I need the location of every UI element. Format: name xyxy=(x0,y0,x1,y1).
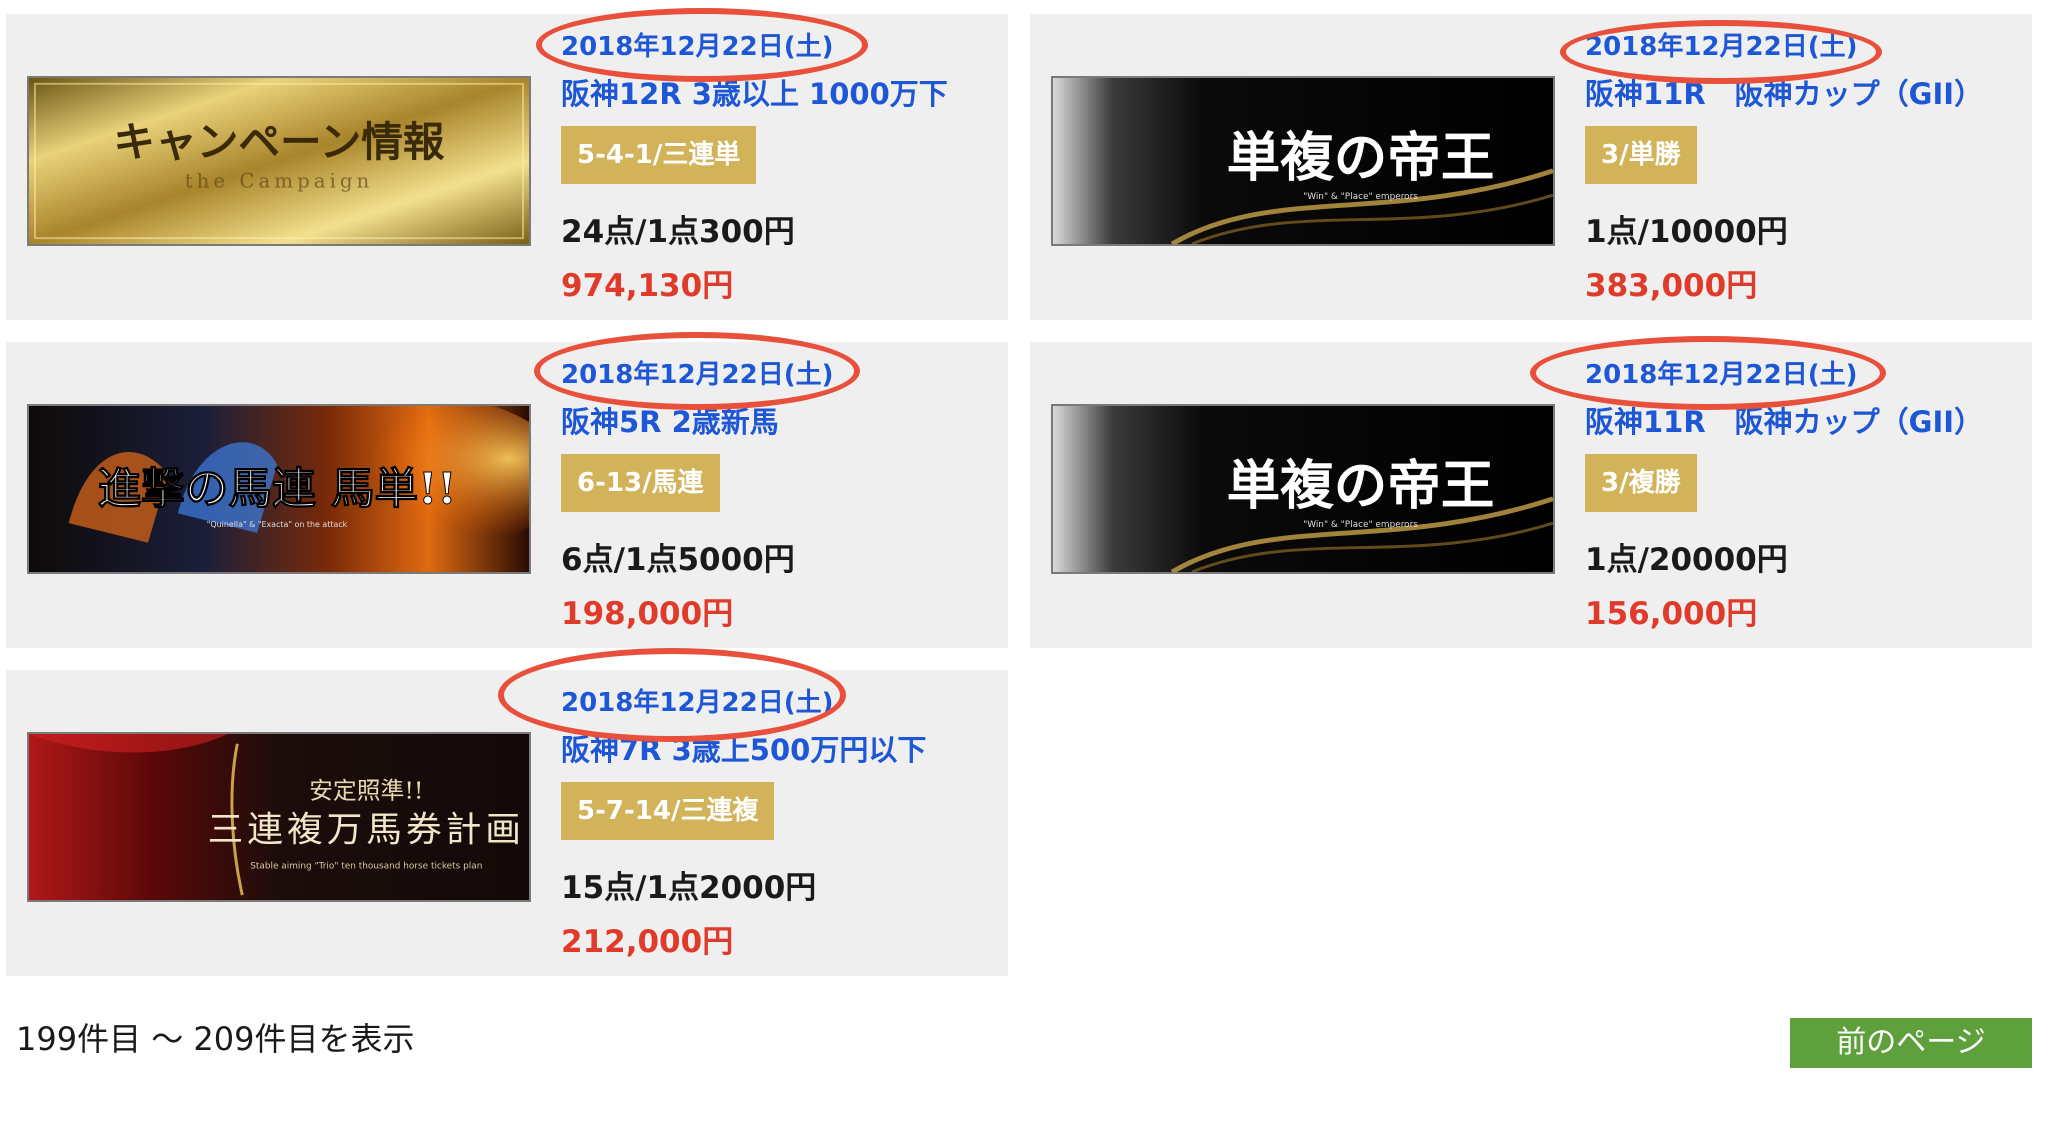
campaign-banner-image: 進撃の馬連 馬単!! "Quinella" & "Exacta" on the … xyxy=(29,406,529,572)
banner-title: 単複の帝王 xyxy=(1227,126,1495,188)
bet-badge: 3/複勝 xyxy=(1585,454,1697,512)
banner-title: キャンペーン情報 xyxy=(113,117,445,166)
race-date-link[interactable]: 2018年12月22日(土) xyxy=(561,26,834,63)
campaign-banner-image: 単複の帝王 "Win" & "Place" emperors xyxy=(1053,78,1553,244)
result-card: 安定照準!! 三連複万馬券計画 Stable aiming "Trio" ten… xyxy=(6,670,1008,976)
campaign-banner[interactable]: 安定照準!! 三連複万馬券計画 Stable aiming "Trio" ten… xyxy=(27,732,531,902)
points-text: 15点/1点2000円 xyxy=(561,870,817,906)
payout-amount: 198,000円 xyxy=(561,596,734,632)
race-date-link[interactable]: 2018年12月22日(土) xyxy=(561,354,834,391)
result-range-text: 199件目 ～ 209件目を表示 xyxy=(16,1020,415,1058)
points-text: 1点/20000円 xyxy=(1585,542,1788,578)
banner-tagline: 安定照準!! xyxy=(309,777,423,805)
campaign-banner[interactable]: 進撃の馬連 馬単!! "Quinella" & "Exacta" on the … xyxy=(27,404,531,574)
banner-subtitle: the Campaign xyxy=(185,170,374,193)
result-card: 進撃の馬連 馬単!! "Quinella" & "Exacta" on the … xyxy=(6,342,1008,648)
payout-amount: 212,000円 xyxy=(561,924,734,960)
race-name-link[interactable]: 阪神5R 2歳新馬 xyxy=(561,399,779,441)
payout-amount: 974,130円 xyxy=(561,268,734,304)
campaign-banner[interactable]: 単複の帝王 "Win" & "Place" emperors xyxy=(1051,76,1555,246)
banner-subtitle: "Quinella" & "Exacta" on the attack xyxy=(207,520,348,529)
campaign-banner-image: 単複の帝王 "Win" & "Place" emperors xyxy=(1053,406,1553,572)
bet-badge: 3/単勝 xyxy=(1585,126,1697,184)
banner-title: 単複の帝王 xyxy=(1227,454,1495,516)
previous-page-button[interactable]: 前のページ xyxy=(1790,1018,2032,1068)
result-card: 単複の帝王 "Win" & "Place" emperors 2018年12月2… xyxy=(1030,14,2032,320)
bet-badge: 6-13/馬連 xyxy=(561,454,720,512)
banner-subtitle: Stable aiming "Trio" ten thousand horse … xyxy=(250,862,482,872)
banner-subtitle: "Win" & "Place" emperors xyxy=(1303,192,1418,202)
campaign-banner-image: 安定照準!! 三連複万馬券計画 Stable aiming "Trio" ten… xyxy=(29,734,529,900)
payout-amount: 383,000円 xyxy=(1585,268,1758,304)
campaign-banner[interactable]: 単複の帝王 "Win" & "Place" emperors xyxy=(1051,404,1555,574)
points-text: 6点/1点5000円 xyxy=(561,542,795,578)
payout-amount: 156,000円 xyxy=(1585,596,1758,632)
bet-badge: 5-7-14/三連複 xyxy=(561,782,775,840)
bet-badge: 5-4-1/三連単 xyxy=(561,126,757,184)
points-text: 1点/10000円 xyxy=(1585,214,1788,250)
banner-subtitle: "Win" & "Place" emperors xyxy=(1303,520,1418,530)
banner-title: 三連複万馬券計画 xyxy=(208,810,525,851)
race-name-link[interactable]: 阪神11R 阪神カップ（GII） xyxy=(1585,399,1983,441)
result-card: キャンペーン情報 the Campaign 2018年12月22日(土) 阪神1… xyxy=(6,14,1008,320)
points-text: 24点/1点300円 xyxy=(561,214,795,250)
result-card: 単複の帝王 "Win" & "Place" emperors 2018年12月2… xyxy=(1030,342,2032,648)
campaign-banner-image: キャンペーン情報 the Campaign xyxy=(29,78,529,244)
race-name-link[interactable]: 阪神12R 3歳以上 1000万下 xyxy=(561,71,948,113)
campaign-banner[interactable]: キャンペーン情報 the Campaign xyxy=(27,76,531,246)
race-date-link[interactable]: 2018年12月22日(土) xyxy=(1585,354,1858,391)
race-name-link[interactable]: 阪神11R 阪神カップ（GII） xyxy=(1585,71,1983,113)
race-name-link[interactable]: 阪神7R 3歳上500万円以下 xyxy=(561,727,926,769)
race-date-link[interactable]: 2018年12月22日(土) xyxy=(1585,26,1858,63)
banner-title: 進撃の馬連 馬単!! xyxy=(98,464,457,515)
race-date-link[interactable]: 2018年12月22日(土) xyxy=(561,682,834,719)
